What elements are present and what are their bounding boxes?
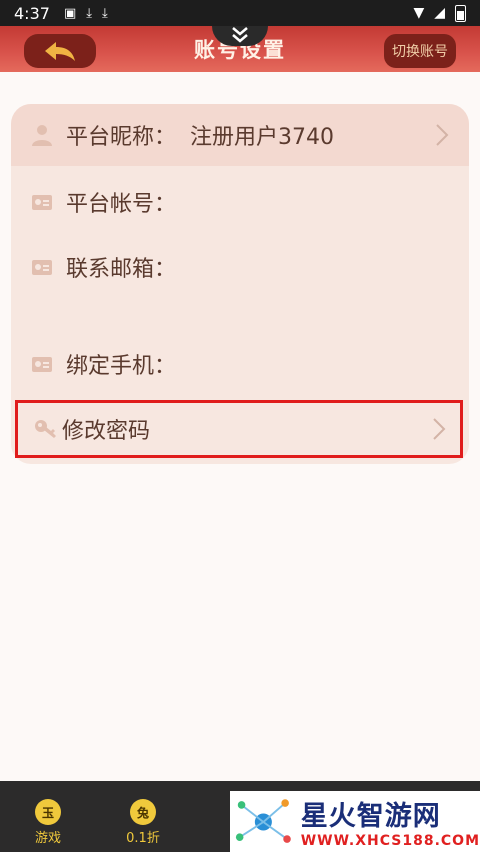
account-row: 平台帐号： <box>11 182 469 222</box>
email-label: 联系邮箱： <box>66 257 177 282</box>
nickname-value: 注册用户3740 <box>190 125 335 150</box>
phone-row: 绑定手机： <box>11 344 469 384</box>
chevron-right-icon <box>433 418 446 440</box>
account-info-card: 平台昵称： 注册用户3740 平台帐号： 联系邮箱： 绑定手机： 修改密码 <box>11 104 469 464</box>
id-card-icon <box>32 357 52 372</box>
notification-a-icon: ▣ <box>63 5 77 21</box>
network-logo-icon <box>235 798 291 843</box>
rabbit-badge-icon: 兔 <box>130 799 156 825</box>
wifi-icon: ▼ <box>413 5 425 21</box>
nav-label: 0.1折 <box>126 831 160 846</box>
chevron-right-icon <box>436 124 449 146</box>
nickname-row[interactable]: 平台昵称： 注册用户3740 <box>11 104 469 166</box>
id-card-icon <box>32 195 52 210</box>
nav-item-games[interactable]: 玉 游戏 <box>18 799 78 846</box>
phone-label: 绑定手机： <box>66 354 177 379</box>
watermark: 星火智游网 WWW.XHCS188.COM <box>230 791 480 852</box>
download-icon: ⤓ <box>86 5 92 21</box>
signal-icon: ◢ <box>434 5 445 21</box>
nav-item-discount[interactable]: 兔 0.1折 <box>113 799 173 846</box>
download-icon-2: ⤓ <box>101 5 108 21</box>
change-password-label: 修改密码 <box>62 419 151 444</box>
account-label: 平台帐号： <box>66 192 177 217</box>
change-password-row[interactable]: 修改密码 <box>15 400 463 458</box>
double-chevron-down-icon <box>232 27 248 43</box>
jade-badge-icon: 玉 <box>35 799 61 825</box>
watermark-title: 星火智游网 <box>300 801 441 832</box>
nickname-label: 平台昵称： 注册用户3740 <box>66 125 335 150</box>
switch-account-button[interactable]: 切换账号 <box>384 34 456 68</box>
nav-label: 游戏 <box>34 831 61 846</box>
email-row: 联系邮箱： <box>11 247 469 287</box>
user-icon <box>32 125 52 146</box>
key-icon <box>35 420 56 438</box>
status-bar: 4:37 ▣ ⤓ ⤓ ▼ ◢ <box>0 0 480 26</box>
battery-icon <box>455 4 466 22</box>
watermark-url: WWW.XHCS188.COM <box>300 833 480 849</box>
id-card-icon <box>32 260 52 275</box>
status-time: 4:37 <box>14 3 50 23</box>
